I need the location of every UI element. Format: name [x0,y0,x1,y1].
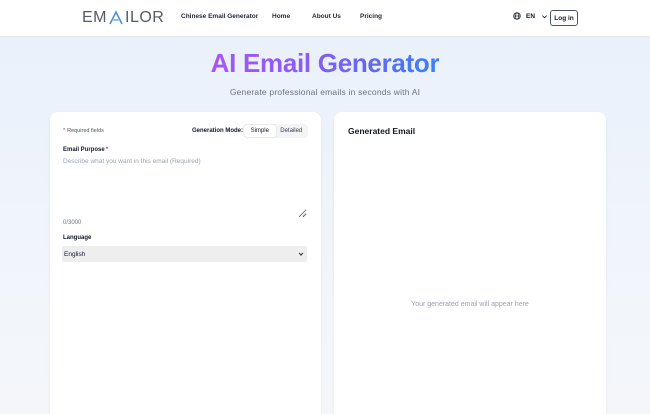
generated-email-card: Generated Email Your generated email wil… [334,112,606,414]
language-selector[interactable]: EN [513,12,548,20]
generated-email-title: Generated Email [348,126,416,136]
mode-simple-button[interactable]: Simple [244,125,276,137]
emailor-logo[interactable]: EM ILOR [82,9,164,27]
globe-icon [513,12,521,20]
generation-mode-toggle: Simple Detailed [243,124,308,138]
email-form-card: * Required fields Generation Mode: Simple… [50,112,321,414]
chevron-down-icon [542,14,548,18]
required-star: * [63,128,66,134]
mode-detailed-button[interactable]: Detailed [276,125,308,137]
resize-handle-icon[interactable] [301,212,306,217]
email-purpose-label: Email Purpose* [63,147,109,153]
nav-pricing[interactable]: Pricing [360,13,382,20]
logo-text-left: EM [82,9,107,26]
required-fields-note: * Required fields [63,128,104,134]
a-logo-mark-icon [109,10,123,25]
generated-email-placeholder: Your generated email will appear here [411,301,529,308]
nav-chinese-email-generator[interactable]: Chinese Email Generator [181,13,258,20]
page-subtitle: Generate professional emails in seconds … [229,87,421,97]
language-label: Language [63,235,92,241]
page-title: AI Email Generator [210,48,440,78]
nav-home[interactable]: Home [272,13,290,20]
chevron-down-icon [298,252,304,256]
nav-about-us[interactable]: About Us [312,13,341,20]
generation-mode-label: Generation Mode: [192,128,244,134]
login-button[interactable]: Log in [550,10,578,26]
language-select-value: English [64,250,86,258]
language-code: EN [526,12,536,20]
logo-text-right: ILOR [125,9,165,26]
top-header: EM ILOR Chinese Email Generator Home Abo… [0,0,650,37]
email-purpose-input[interactable] [63,158,307,218]
language-select[interactable]: English [62,246,307,262]
character-counter: 0/3000 [63,220,82,226]
